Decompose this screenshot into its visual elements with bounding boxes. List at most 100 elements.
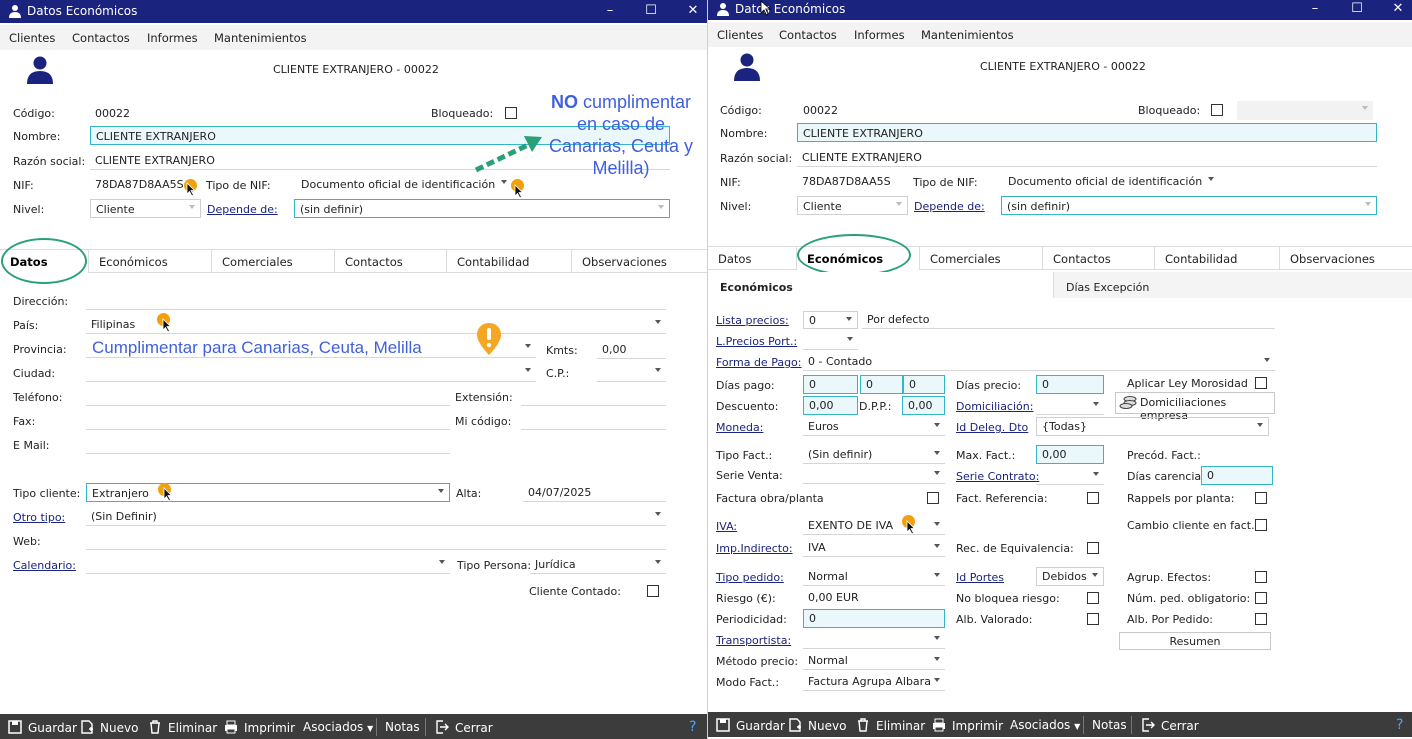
domiciliacion-link[interactable]: Domiciliación:	[956, 400, 1033, 413]
depende-link[interactable]: Depende de:	[207, 203, 278, 216]
tipopersona-select[interactable]: Jurídica	[530, 555, 666, 574]
lista-precios-link[interactable]: Lista precios:	[716, 314, 789, 327]
codigo-field[interactable]: 00022	[798, 101, 888, 120]
codigo-field[interactable]: 00022	[90, 104, 180, 123]
menu-contactos[interactable]: Contactos	[779, 28, 837, 42]
cambio-cliente-checkbox[interactable]	[1255, 519, 1267, 531]
tipocliente-select[interactable]: Extranjero	[86, 483, 450, 502]
depende-link[interactable]: Depende de:	[914, 200, 985, 213]
menu-mantenimientos[interactable]: Mantenimientos	[921, 28, 1014, 42]
imprimir-button[interactable]: Imprimir	[932, 718, 1003, 733]
moneda-link[interactable]: Moneda:	[716, 421, 763, 434]
tipo-pedido-link[interactable]: Tipo pedido:	[716, 571, 784, 584]
precod-fact-field[interactable]	[1201, 446, 1273, 464]
cerrar-button[interactable]: Cerrar	[435, 720, 493, 735]
serie-venta-select[interactable]	[803, 466, 945, 484]
web-field[interactable]	[86, 531, 666, 550]
id-portes-link[interactable]: Id Portes	[956, 571, 1004, 584]
dias-pago-3[interactable]: 0	[903, 375, 945, 394]
guardar-button[interactable]: Guardar	[716, 718, 785, 733]
depende-select[interactable]: (sin definir)	[294, 199, 670, 218]
otrotipo-select[interactable]: (Sin Definir)	[86, 507, 666, 526]
ciudad-select[interactable]	[86, 363, 536, 382]
lprecios-port-select[interactable]	[803, 332, 858, 350]
metodo-precio-select[interactable]: Normal	[803, 652, 945, 670]
nivel-select[interactable]: Cliente	[90, 199, 201, 218]
dias-pago-2[interactable]: 0	[860, 375, 903, 394]
depende-select[interactable]: (sin definir)	[1001, 196, 1377, 215]
razon-field[interactable]: CLIENTE EXTRANJERO	[797, 148, 1377, 167]
id-deleg-select[interactable]: {Todas}	[1036, 417, 1269, 436]
close-button[interactable]: ✕	[683, 2, 703, 20]
tab-comerciales[interactable]: Comerciales	[920, 247, 1043, 270]
calendario-select[interactable]	[86, 555, 450, 574]
alb-pedido-checkbox[interactable]	[1255, 613, 1267, 625]
nombre-field[interactable]: CLIENTE EXTRANJERO	[797, 123, 1377, 142]
menu-clientes[interactable]: Clientes	[9, 31, 55, 45]
notas-button[interactable]: Notas	[385, 720, 420, 734]
agrup-efectos-checkbox[interactable]	[1255, 571, 1267, 583]
moneda-select[interactable]: Euros	[803, 418, 945, 436]
domiciliacion-select[interactable]	[1036, 397, 1104, 415]
factura-obra-checkbox[interactable]	[927, 492, 939, 504]
notas-button[interactable]: Notas	[1092, 718, 1127, 732]
serie-contrato-select[interactable]	[1036, 467, 1104, 485]
tab-contabilidad[interactable]: Contabilidad	[1155, 247, 1280, 270]
dias-carencia-field[interactable]: 0	[1201, 466, 1273, 485]
alta-field[interactable]: 04/07/2025	[523, 483, 666, 502]
tiponif-select[interactable]: Documento oficial de identificación	[1003, 172, 1219, 191]
tipo-pedido-select[interactable]: Normal	[803, 568, 945, 586]
tiponif-select[interactable]: Documento oficial de identificación	[296, 175, 512, 194]
id-portes-select[interactable]: Debidos	[1036, 567, 1104, 586]
modo-fact-select[interactable]: Factura Agrupa Albara	[803, 673, 945, 691]
subtab-economicos[interactable]: Económicos	[708, 272, 1054, 298]
maximize-button[interactable]: ☐	[1347, 0, 1367, 18]
iva-select[interactable]: EXENTO DE IVA	[803, 517, 945, 535]
nuevo-button[interactable]: Nuevo	[788, 718, 846, 733]
fact-referencia-checkbox[interactable]	[1087, 492, 1099, 504]
dias-pago-1[interactable]: 0	[803, 375, 858, 394]
cerrar-button[interactable]: Cerrar	[1141, 718, 1199, 733]
tab-contabilidad[interactable]: Contabilidad	[447, 250, 572, 273]
asociados-button[interactable]: Asociados ▼	[303, 720, 373, 734]
menu-clientes[interactable]: Clientes	[717, 28, 763, 42]
menu-informes[interactable]: Informes	[854, 28, 905, 42]
domiciliaciones-empresa-button[interactable]: Domiciliaciones empresa	[1115, 392, 1275, 422]
serie-contrato-link[interactable]: Serie Contrato:	[956, 470, 1039, 483]
bloqueado-checkbox[interactable]	[1211, 104, 1223, 116]
maximize-button[interactable]: ☐	[641, 2, 661, 20]
pais-select[interactable]: Filipinas	[86, 315, 666, 334]
tab-comerciales[interactable]: Comerciales	[212, 250, 335, 273]
descuento-field[interactable]: 0,00	[803, 396, 858, 415]
menu-mantenimientos[interactable]: Mantenimientos	[214, 31, 307, 45]
nivel-select[interactable]: Cliente	[797, 196, 908, 215]
morosidad-checkbox[interactable]	[1255, 377, 1267, 389]
help-icon[interactable]: ?	[1396, 717, 1403, 733]
bloqueado-checkbox[interactable]	[505, 107, 517, 119]
extension-field[interactable]	[521, 387, 666, 406]
transportista-link[interactable]: Transportista:	[716, 634, 791, 647]
fax-field[interactable]	[86, 411, 450, 430]
imp-indirecto-select[interactable]: IVA	[803, 539, 945, 557]
asociados-button[interactable]: Asociados ▼	[1010, 718, 1080, 732]
minimize-button[interactable]: –	[1305, 0, 1325, 18]
contado-checkbox[interactable]	[647, 585, 659, 597]
no-bloquea-checkbox[interactable]	[1087, 592, 1099, 604]
num-ped-checkbox[interactable]	[1255, 592, 1267, 604]
menu-contactos[interactable]: Contactos	[72, 31, 130, 45]
email-field[interactable]	[86, 435, 450, 454]
close-button[interactable]: ✕	[1388, 0, 1408, 18]
tab-economicos[interactable]: Económicos	[89, 250, 212, 273]
rec-equivalencia-checkbox[interactable]	[1087, 542, 1099, 554]
id-deleg-link[interactable]: Id Deleg. Dto	[956, 421, 1028, 434]
dpp-field[interactable]: 0,00	[902, 396, 945, 415]
nif-field[interactable]: 78DA87D8AA5S	[797, 172, 907, 191]
transportista-select[interactable]	[803, 631, 945, 649]
eliminar-button[interactable]: Eliminar	[148, 720, 217, 735]
tab-contactos[interactable]: Contactos	[335, 250, 447, 273]
tab-observaciones[interactable]: Observaciones	[1280, 247, 1412, 270]
tab-datos[interactable]: Datos	[708, 247, 797, 270]
rappels-checkbox[interactable]	[1255, 492, 1267, 504]
imp-indirecto-link[interactable]: Imp.Indirecto:	[716, 542, 793, 555]
alb-valorado-checkbox[interactable]	[1087, 613, 1099, 625]
